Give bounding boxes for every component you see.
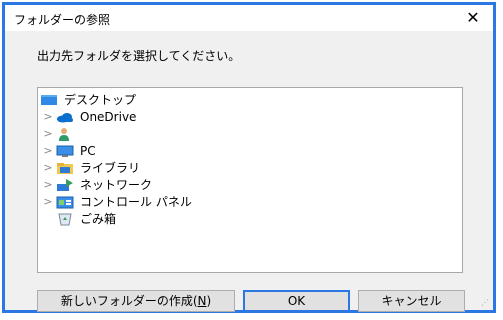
- expand-chevron-icon[interactable]: >: [42, 127, 54, 140]
- tree-item-control-panel[interactable]: > コントロール パネル: [38, 193, 462, 210]
- tree-item-label: デスクトップ: [64, 93, 137, 107]
- folder-browse-dialog: フォルダーの参照 ✕ 出力先フォルダを選択してください。 デスクトップ > On…: [2, 2, 496, 313]
- instruction-text: 出力先フォルダを選択してください。: [37, 49, 241, 63]
- new-folder-button[interactable]: 新しいフォルダーの作成(N): [37, 290, 235, 312]
- ok-button[interactable]: OK: [243, 290, 350, 312]
- new-folder-label-suffix: ): [206, 294, 212, 308]
- tree-item-label: PC: [80, 143, 96, 158]
- tree-item-onedrive[interactable]: > OneDrive: [38, 108, 462, 125]
- pc-monitor-icon: [56, 144, 74, 158]
- close-icon: ✕: [466, 8, 480, 27]
- tree-item-label: コントロール パネル: [80, 195, 192, 209]
- tree-item-desktop[interactable]: デスクトップ: [38, 91, 460, 108]
- folder-tree[interactable]: デスクトップ > OneDrive > > PC > ライブラリ > ネットワー…: [37, 87, 463, 273]
- tree-item-label: OneDrive: [80, 109, 137, 124]
- tree-item-label: ごみ箱: [80, 212, 117, 226]
- desktop-icon: [40, 93, 58, 107]
- cancel-button[interactable]: キャンセル: [358, 290, 465, 312]
- tree-item-label: ライブラリ: [80, 161, 141, 175]
- new-folder-label: 新しいフォルダーの作成(: [60, 294, 198, 308]
- onedrive-cloud-icon: [56, 110, 74, 124]
- dialog-title: フォルダーの参照: [14, 13, 111, 27]
- tree-item-network[interactable]: > ネットワーク: [38, 176, 462, 193]
- expand-chevron-icon[interactable]: >: [42, 144, 54, 157]
- title-bar: フォルダーの参照 ✕: [5, 5, 493, 31]
- expand-chevron-icon[interactable]: >: [42, 161, 54, 174]
- tree-item-label: ネットワーク: [80, 178, 153, 192]
- user-person-icon: [56, 127, 74, 141]
- cancel-button-label: キャンセル: [381, 294, 442, 308]
- control-panel-icon: [56, 195, 74, 209]
- expand-chevron-icon[interactable]: >: [42, 110, 54, 123]
- tree-item-recycle-bin[interactable]: ごみ箱: [38, 210, 476, 227]
- tree-item-library[interactable]: > ライブラリ: [38, 159, 462, 176]
- library-folder-icon: [56, 161, 74, 175]
- expand-chevron-icon[interactable]: >: [42, 178, 54, 191]
- recycle-bin-icon: [56, 212, 74, 226]
- close-button[interactable]: ✕: [459, 6, 487, 30]
- tree-item-user[interactable]: >: [38, 125, 462, 142]
- resize-grip-icon[interactable]: ⋰: [481, 298, 491, 308]
- ok-button-label: OK: [287, 294, 306, 308]
- expand-chevron-icon[interactable]: >: [42, 195, 54, 208]
- tree-item-pc[interactable]: > PC: [38, 142, 462, 159]
- network-icon: [56, 178, 74, 192]
